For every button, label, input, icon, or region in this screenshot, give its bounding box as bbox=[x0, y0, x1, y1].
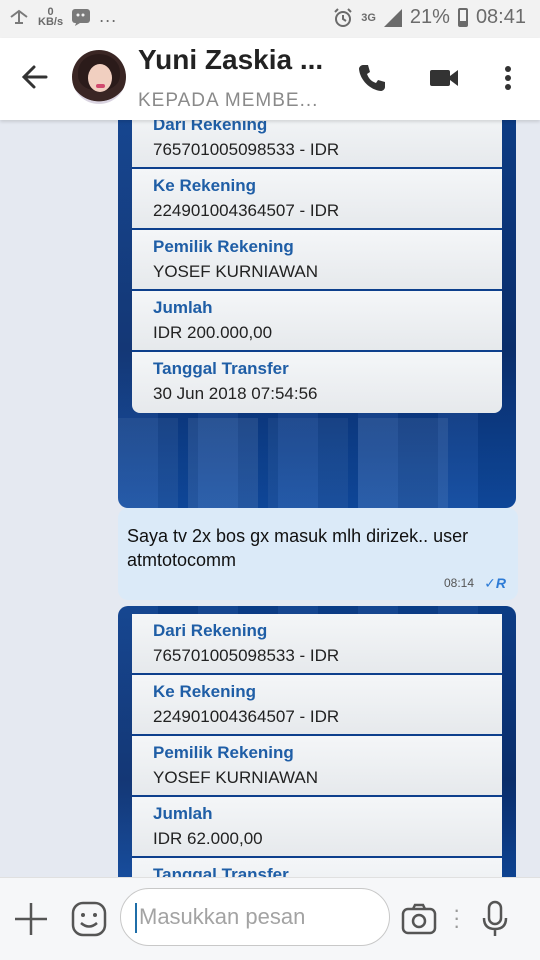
status-bar: 0 KB/s ... 3G 21% 08:41 bbox=[0, 0, 540, 38]
contact-name[interactable]: Yuni Zaskia ... bbox=[138, 44, 323, 76]
text-message[interactable]: Saya tv 2x bos gx masuk mlh dirizek.. us… bbox=[118, 508, 518, 600]
clock: 08:41 bbox=[475, 6, 526, 28]
alarm-icon bbox=[334, 7, 352, 27]
receipt-row: Dari Rekening 765701005098533 - IDR bbox=[132, 120, 502, 169]
signal-icon bbox=[383, 8, 402, 27]
message-text: Saya tv 2x bos gx masuk mlh dirizek.. us… bbox=[127, 526, 469, 570]
network-speed: 0 KB/s bbox=[38, 5, 64, 28]
camera-icon[interactable] bbox=[400, 900, 438, 938]
receipt-row: Pemilik Rekening YOSEF KURNIAWAN bbox=[132, 230, 502, 291]
message-input[interactable]: Masukkan pesan bbox=[120, 888, 390, 946]
usb-icon bbox=[10, 9, 28, 24]
receipt-row: Tanggal Transfer bbox=[132, 858, 502, 877]
battery-icon bbox=[457, 8, 468, 27]
composer-bar: Masukkan pesan · · · bbox=[0, 877, 540, 960]
network-type: 3G bbox=[361, 11, 376, 24]
arrow-left-icon[interactable] bbox=[20, 62, 50, 92]
image-message[interactable]: Dari Rekening 765701005098533 - IDR Ke R… bbox=[118, 606, 516, 877]
receipt-row: Ke Rekening 224901004364507 - IDR bbox=[132, 169, 502, 230]
phone-icon[interactable] bbox=[356, 62, 388, 94]
microphone-icon[interactable] bbox=[476, 900, 514, 938]
receipt-row: Dari Rekening 765701005098533 - IDR bbox=[132, 614, 502, 675]
receipt-row: Ke Rekening 224901004364507 - IDR bbox=[132, 675, 502, 736]
battery-percent: 21% bbox=[409, 6, 450, 28]
chat-area[interactable]: Dari Rekening 765701005098533 - IDR Ke R… bbox=[0, 120, 540, 877]
video-camera-icon[interactable] bbox=[428, 62, 460, 94]
more-options-icon[interactable]: · · · bbox=[453, 899, 460, 937]
receipt-row: Jumlah IDR 200.000,00 bbox=[132, 291, 502, 352]
message-input-placeholder: Masukkan pesan bbox=[139, 904, 306, 929]
message-time: 08:14 bbox=[443, 576, 474, 590]
bbm-icon bbox=[72, 8, 91, 26]
receipt-row: Pemilik Rekening YOSEF KURNIAWAN bbox=[132, 736, 502, 797]
receipt-row: Jumlah IDR 62.000,00 bbox=[132, 797, 502, 858]
more-notifications: ... bbox=[99, 6, 118, 26]
read-receipt-icon: ✓R bbox=[484, 575, 506, 591]
contact-subtitle: KEPADA MEMBE... bbox=[138, 90, 319, 111]
avatar[interactable] bbox=[72, 50, 126, 104]
plus-icon[interactable] bbox=[12, 900, 50, 938]
chat-header: Yuni Zaskia ... KEPADA MEMBE... bbox=[0, 38, 540, 120]
more-vert-icon[interactable] bbox=[492, 62, 524, 94]
emoji-icon[interactable] bbox=[70, 900, 108, 938]
receipt-row: Tanggal Transfer 30 Jun 2018 07:54:56 bbox=[132, 352, 502, 413]
image-message[interactable]: Dari Rekening 765701005098533 - IDR Ke R… bbox=[118, 120, 516, 508]
